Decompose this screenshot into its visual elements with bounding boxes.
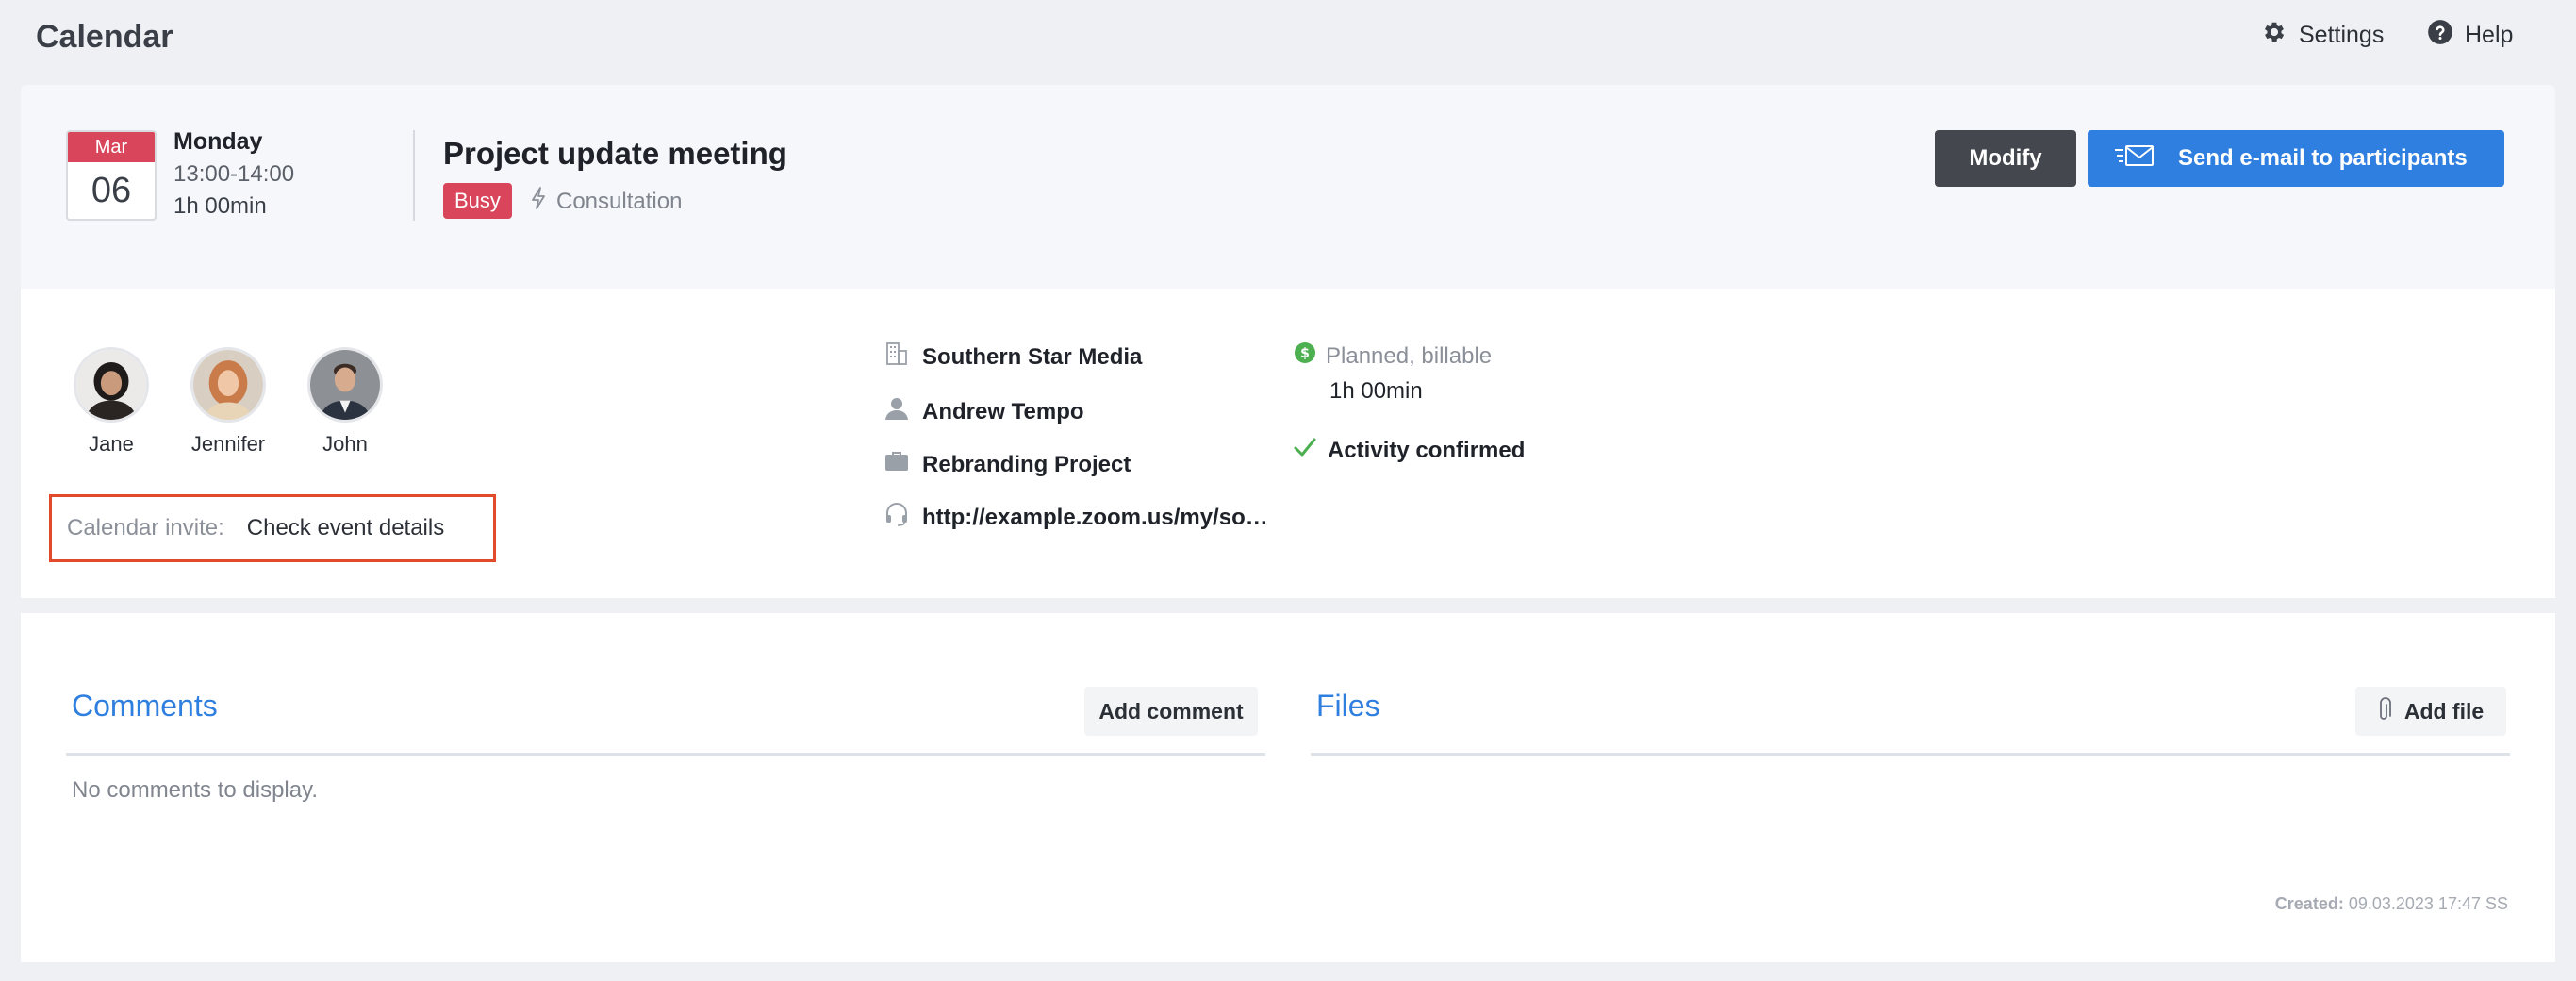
paperclip-icon [2378, 695, 2393, 727]
contact-row[interactable]: Andrew Tempo [884, 396, 1084, 427]
event-duration: 1h 00min [173, 193, 267, 219]
event-weekday: Monday [173, 128, 263, 155]
activity-confirmed: Activity confirmed [1294, 436, 1525, 465]
billing-status: $ Planned, billable [1294, 341, 1492, 371]
calendar-invite: Calendar invite: Check event details [49, 494, 496, 562]
billing-status-label: Planned, billable [1326, 342, 1493, 369]
add-file-label: Add file [2403, 698, 2485, 723]
svg-text:$: $ [1300, 346, 1310, 361]
calendar-invite-label: Calendar invite: [67, 515, 224, 540]
event-type: Consultation [530, 187, 682, 216]
participant-name: John [322, 432, 368, 456]
briefcase-icon [884, 449, 909, 480]
participant-john[interactable]: John [289, 347, 402, 457]
avatar [307, 347, 383, 423]
status-badge: Busy [443, 183, 512, 219]
settings-link[interactable]: Settings [2261, 19, 2384, 52]
billing-info: $ Planned, billable 1h 00min [1294, 341, 1492, 405]
project-name: Rebranding Project [922, 451, 1131, 477]
help-icon [2427, 19, 2453, 52]
check-event-details-link[interactable]: Check event details [247, 515, 444, 541]
date-month: Mar [68, 132, 155, 162]
lightning-icon [530, 187, 547, 216]
send-email-button[interactable]: Send e-mail to participants [2088, 130, 2504, 187]
date-day: 06 [91, 170, 132, 210]
building-icon [884, 341, 909, 373]
person-icon [884, 396, 909, 427]
event-time-info: Monday 13:00-14:00 1h 00min [173, 128, 294, 225]
meeting-url-row[interactable]: http://example.zoom.us/my/southernstarme… [884, 502, 1273, 533]
participant-jennifer[interactable]: Jennifer [172, 347, 285, 457]
files-divider [1311, 753, 2510, 756]
comments-empty-message: No comments to display. [72, 777, 318, 803]
participant-name: Jennifer [190, 432, 266, 456]
event-header: Mar 06 Monday 13:00-14:00 1h 00min Proje… [21, 85, 2555, 289]
avatar [190, 347, 266, 423]
help-link[interactable]: Help [2427, 19, 2513, 52]
created-label: Created: [2274, 894, 2344, 913]
activity-confirmed-label: Activity confirmed [1328, 437, 1526, 463]
company-row[interactable]: Southern Star Media [884, 341, 1142, 373]
header-divider [413, 130, 415, 221]
email-icon [2114, 142, 2155, 175]
dollar-icon: $ [1294, 341, 1316, 371]
participant-name: Jane [89, 432, 134, 456]
event-details: Jane Jennifer John Calendar invite: Chec… [21, 289, 2555, 598]
headset-icon [884, 502, 909, 533]
participant-jane[interactable]: Jane [55, 347, 168, 457]
event-title: Project update meeting [443, 136, 787, 171]
send-email-label: Send e-mail to participants [2178, 145, 2468, 171]
comments-files-panel: Comments Add comment No comments to disp… [21, 613, 2555, 962]
modify-button[interactable]: Modify [1935, 130, 2076, 187]
created-value: 09.03.2023 17:47 SS [2348, 894, 2508, 913]
gear-icon [2261, 19, 2287, 52]
app-title: Calendar [36, 19, 173, 55]
add-comment-button[interactable]: Add comment [1084, 687, 1258, 736]
contact-name: Andrew Tempo [922, 398, 1084, 424]
meeting-url: http://example.zoom.us/my/southernstarme… [922, 504, 1273, 530]
files-title: Files [1316, 689, 1380, 723]
add-file-button[interactable]: Add file [2355, 687, 2506, 736]
project-row[interactable]: Rebranding Project [884, 449, 1131, 480]
checkmark-icon [1294, 436, 1316, 465]
comments-title: Comments [72, 689, 218, 723]
top-bar: Calendar Settings Help [0, 0, 2576, 75]
event-time-range: 13:00-14:00 [173, 161, 295, 187]
billing-duration: 1h 00min [1329, 378, 1423, 404]
created-timestamp: Created: 09.03.2023 17:47 SS [2275, 894, 2508, 914]
company-name: Southern Star Media [922, 343, 1143, 370]
date-badge: Mar 06 [66, 130, 157, 221]
settings-label: Settings [2299, 22, 2385, 48]
help-label: Help [2465, 22, 2514, 48]
event-type-label: Consultation [556, 188, 683, 214]
comments-divider [66, 753, 1265, 756]
avatar [74, 347, 149, 423]
